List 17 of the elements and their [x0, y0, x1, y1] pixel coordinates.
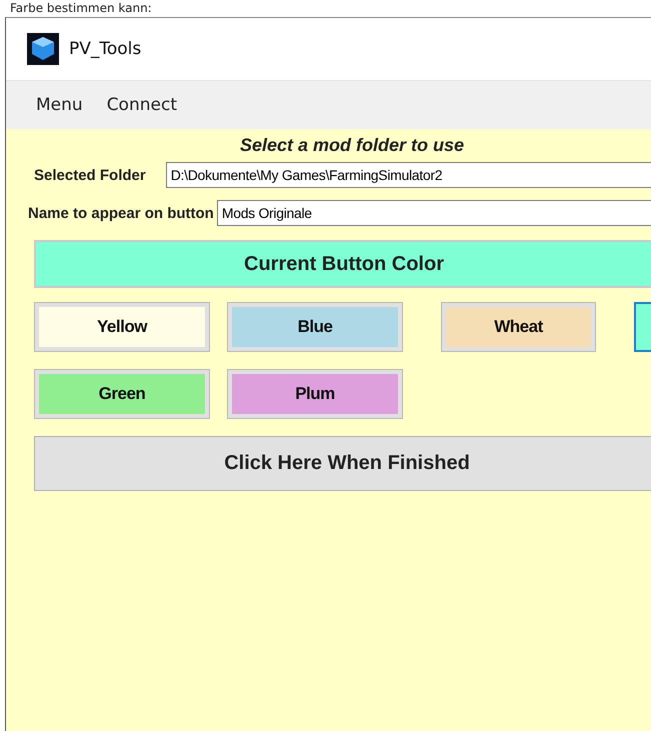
caption-text: Farbe bestimmen kann:: [10, 1, 152, 15]
menu-item[interactable]: Connect: [106, 95, 177, 115]
app-cube-icon: [27, 33, 59, 65]
color-button[interactable]: Wheat: [441, 302, 596, 352]
current-color-bar: Current Button Color: [34, 240, 651, 288]
folder-path-field[interactable]: D:\Dokumente\My Games\FarmingSimulator2: [166, 162, 651, 188]
field-label: Name to appear on button: [28, 204, 214, 222]
color-button[interactable]: Green: [34, 369, 210, 419]
menu-item[interactable]: Menu: [36, 95, 83, 115]
field-label: Selected Folder: [34, 166, 146, 184]
finish-button[interactable]: Click Here When Finished: [34, 436, 651, 491]
color-button[interactable]: Plum: [227, 369, 403, 419]
section-heading: Select a mod folder to use: [240, 135, 464, 156]
color-button[interactable]: Blue: [227, 302, 403, 352]
window-title: PV_Tools: [69, 39, 142, 59]
button-name-field[interactable]: Mods Originale: [216, 200, 651, 226]
color-button[interactable]: Yellow: [34, 302, 210, 352]
